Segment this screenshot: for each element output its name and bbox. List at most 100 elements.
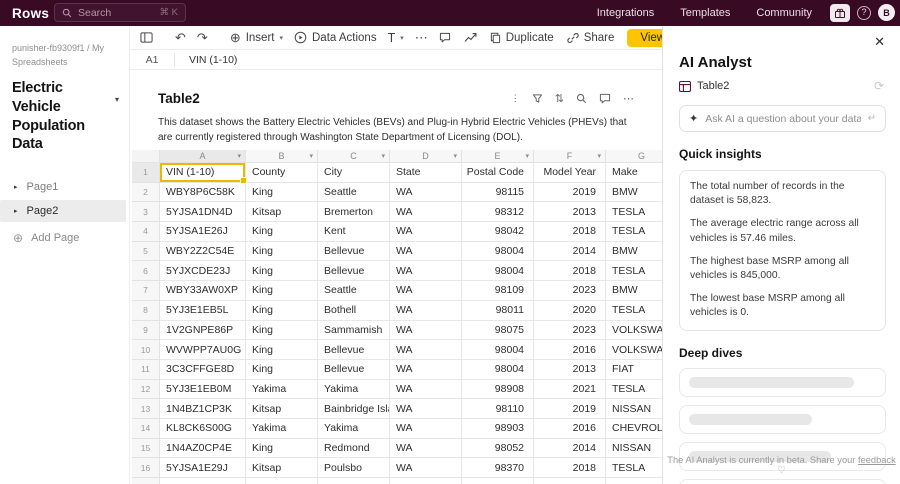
row-number-11[interactable]: 11 bbox=[132, 359, 160, 380]
cell-C10[interactable]: Bellevue bbox=[318, 340, 390, 360]
column-header-B[interactable]: B ▾ bbox=[246, 150, 318, 163]
row-number-9[interactable]: 9 bbox=[132, 320, 160, 341]
cell-A9[interactable]: 1V2GNPE86P bbox=[160, 320, 246, 341]
column-header-C[interactable]: C ▾ bbox=[318, 150, 390, 163]
cell-B17[interactable] bbox=[246, 478, 318, 484]
column-header-E[interactable]: E ▾ bbox=[462, 150, 534, 163]
cell-F16[interactable]: 2018 bbox=[534, 458, 606, 478]
sidebar-page-item[interactable]: ▸ Page2 bbox=[0, 200, 126, 223]
cell-C16[interactable]: Poulsbo bbox=[318, 458, 390, 478]
cell-E8[interactable]: 98011 bbox=[462, 300, 534, 321]
cell-reference[interactable]: A1 bbox=[130, 54, 174, 66]
cell-E11[interactable]: 98004 bbox=[462, 359, 534, 380]
row-number-12[interactable]: 12 bbox=[132, 379, 160, 400]
cell-G6[interactable]: TESLA bbox=[606, 261, 662, 282]
cell-B16[interactable]: Kitsap bbox=[246, 458, 318, 478]
table-comment-button[interactable] bbox=[599, 93, 611, 104]
cell-D1[interactable]: State bbox=[390, 163, 462, 183]
cell-E5[interactable]: 98004 bbox=[462, 241, 534, 262]
cell-C9[interactable]: Sammamish bbox=[318, 320, 390, 341]
cell-C7[interactable]: Seattle bbox=[318, 281, 390, 301]
deep-dive-card[interactable] bbox=[679, 478, 886, 484]
cell-F4[interactable]: 2018 bbox=[534, 222, 606, 242]
cell-B2[interactable]: King bbox=[246, 182, 318, 203]
cell-A2[interactable]: WBY8P6C58K bbox=[160, 182, 246, 203]
data-actions-button[interactable]: Data Actions bbox=[294, 31, 377, 44]
column-dropdown-icon[interactable]: ▾ bbox=[453, 152, 457, 160]
cell-E6[interactable]: 98004 bbox=[462, 261, 534, 282]
column-dropdown-icon[interactable]: ▾ bbox=[597, 152, 601, 160]
cell-B9[interactable]: King bbox=[246, 320, 318, 341]
cell-D7[interactable]: WA bbox=[390, 281, 462, 301]
cell-A14[interactable]: KL8CK6S00G bbox=[160, 418, 246, 439]
cell-A1[interactable]: VIN (1-10) bbox=[160, 163, 247, 184]
cell-D4[interactable]: WA bbox=[390, 222, 462, 242]
cell-A8[interactable]: 5YJ3E1EB5L bbox=[160, 300, 246, 321]
cell-G8[interactable]: TESLA bbox=[606, 300, 662, 321]
cell-F7[interactable]: 2023 bbox=[534, 281, 606, 301]
cell-A16[interactable]: 5YJSA1E29J bbox=[160, 458, 246, 478]
cell-E17[interactable] bbox=[462, 478, 534, 484]
cell-B4[interactable]: King bbox=[246, 222, 318, 242]
table-name[interactable]: Table2 bbox=[158, 91, 200, 106]
ai-question-input[interactable] bbox=[705, 112, 861, 125]
cell-A15[interactable]: 1N4AZ0CP4E bbox=[160, 438, 246, 459]
row-number-16[interactable]: 16 bbox=[132, 458, 160, 478]
cell-F11[interactable]: 2013 bbox=[534, 359, 606, 380]
topbar-nav-item[interactable]: Integrations bbox=[597, 7, 654, 19]
deep-dive-card[interactable] bbox=[679, 404, 886, 434]
ai-question-box[interactable]: ✦ ↵ bbox=[679, 105, 886, 132]
column-header-A[interactable]: A ▾ bbox=[160, 150, 246, 163]
cell-G9[interactable]: VOLKSWAGEN bbox=[606, 320, 662, 341]
add-page-button[interactable]: ⊕ Add Page bbox=[0, 231, 129, 245]
cell-A13[interactable]: 1N4BZ1CP3K bbox=[160, 399, 246, 419]
cell-G12[interactable]: TESLA bbox=[606, 379, 662, 400]
topbar-nav-item[interactable]: Templates bbox=[680, 7, 730, 19]
cell-B3[interactable]: Kitsap bbox=[246, 202, 318, 223]
cell-E13[interactable]: 98110 bbox=[462, 399, 534, 419]
row-number-1[interactable]: 1 bbox=[132, 163, 160, 183]
cell-G16[interactable]: TESLA bbox=[606, 458, 662, 478]
cell-D5[interactable]: WA bbox=[390, 241, 462, 262]
refresh-icon[interactable]: ⟳ bbox=[874, 79, 884, 93]
share-button[interactable]: Share bbox=[567, 32, 614, 44]
cell-G13[interactable]: NISSAN bbox=[606, 399, 662, 419]
cell-F2[interactable]: 2019 bbox=[534, 182, 606, 203]
cell-A3[interactable]: 5YJSA1DN4D bbox=[160, 202, 246, 223]
cell-E16[interactable]: 98370 bbox=[462, 458, 534, 478]
row-number-2[interactable]: 2 bbox=[132, 182, 160, 203]
breadcrumb[interactable]: punisher-fb9309f1 / My Spreadsheets bbox=[12, 42, 117, 70]
cell-F10[interactable]: 2016 bbox=[534, 340, 606, 360]
topbar-nav-item[interactable]: Community bbox=[756, 7, 812, 19]
table-more-button[interactable]: ⋯ bbox=[623, 92, 634, 105]
cell-C12[interactable]: Yakima bbox=[318, 379, 390, 400]
cell-C17[interactable] bbox=[318, 478, 390, 484]
deep-dive-card[interactable] bbox=[679, 367, 886, 397]
global-search[interactable]: ⌘ K bbox=[54, 3, 186, 22]
cell-E4[interactable]: 98042 bbox=[462, 222, 534, 242]
cell-G1[interactable]: Make bbox=[606, 163, 662, 183]
cell-C4[interactable]: Kent bbox=[318, 222, 390, 242]
cell-B13[interactable]: Kitsap bbox=[246, 399, 318, 419]
row-number-6[interactable]: 6 bbox=[132, 261, 160, 282]
text-format-button[interactable]: T ▾ bbox=[388, 31, 404, 45]
cell-A7[interactable]: WBY33AW0XP bbox=[160, 281, 246, 301]
cell-D11[interactable]: WA bbox=[390, 359, 462, 380]
cell-D14[interactable]: WA bbox=[390, 418, 462, 439]
cell-F14[interactable]: 2016 bbox=[534, 418, 606, 439]
cell-E3[interactable]: 98312 bbox=[462, 202, 534, 223]
column-header-D[interactable]: D ▾ bbox=[390, 150, 462, 163]
user-avatar[interactable]: B bbox=[878, 4, 895, 21]
row-number-10[interactable]: 10 bbox=[132, 340, 160, 360]
cell-G7[interactable]: BMW bbox=[606, 281, 662, 301]
cell-D16[interactable]: WA bbox=[390, 458, 462, 478]
sidebar-page-item[interactable]: ▸ Page1 bbox=[0, 176, 126, 198]
cell-G3[interactable]: TESLA bbox=[606, 202, 662, 223]
cell-A6[interactable]: 5YJXCDE23J bbox=[160, 261, 246, 282]
search-input[interactable] bbox=[78, 6, 154, 19]
cell-D3[interactable]: WA bbox=[390, 202, 462, 223]
cell-C15[interactable]: Redmond bbox=[318, 438, 390, 459]
cell-A4[interactable]: 5YJSA1E26J bbox=[160, 222, 246, 242]
rows-logo[interactable]: Rows bbox=[12, 6, 49, 21]
spreadsheet-title[interactable]: Electric Vehicle Population Data bbox=[12, 79, 112, 154]
